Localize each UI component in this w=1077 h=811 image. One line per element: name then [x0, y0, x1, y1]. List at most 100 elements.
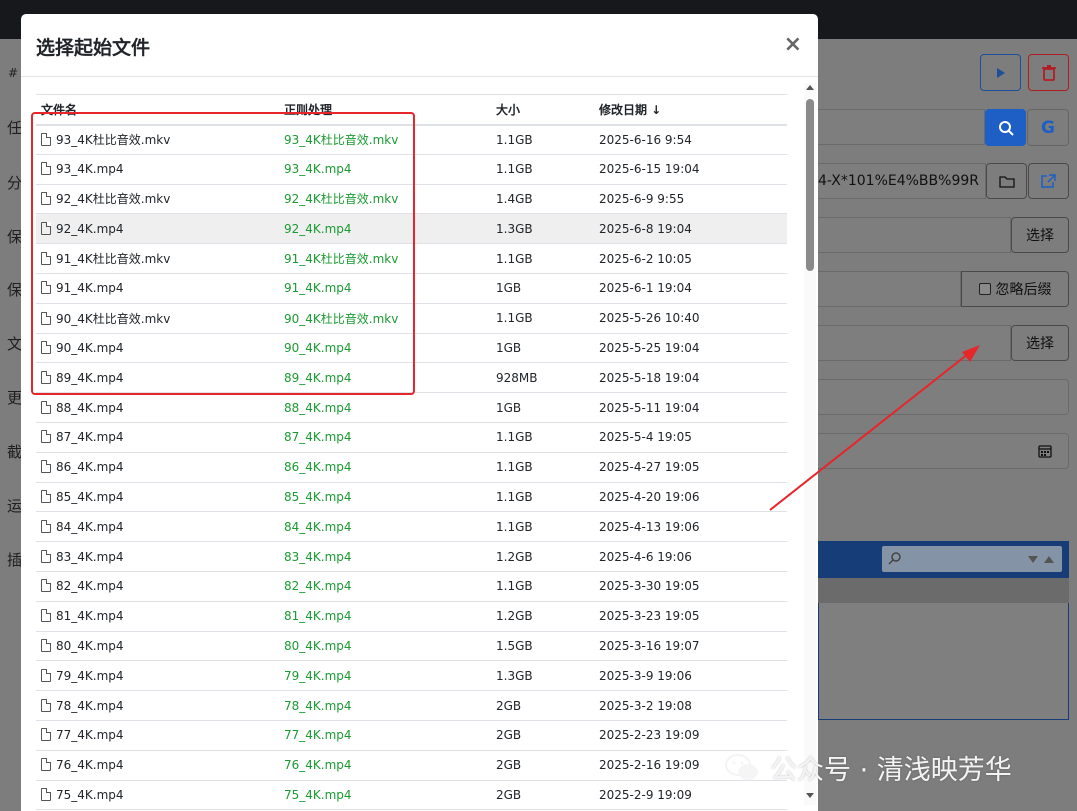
save-path-input[interactable]: [818, 217, 1011, 253]
google-search-button[interactable]: G: [1027, 109, 1069, 146]
file-name-cell[interactable]: 87_4K.mp4: [36, 422, 279, 453]
file-name-cell[interactable]: 91_4K杜比音效.mkv: [36, 243, 279, 274]
file-size-cell: 2GB: [491, 690, 594, 721]
file-name-cell[interactable]: 77_4K.mp4: [36, 720, 279, 751]
file-icon: [41, 728, 51, 742]
table-row[interactable]: 86_4K.mp4 86_4K.mp4 1.1GB 2025-4-27 19:05: [36, 452, 787, 483]
table-row[interactable]: 90_4K杜比音效.mkv 90_4K杜比音效.mkv 1.1GB 2025-5-26…: [36, 303, 787, 334]
table-row[interactable]: 75_4K.mp4 75_4K.mp4 2GB 2025-2-9 19:09: [36, 780, 787, 811]
ignore-suffix-toggle[interactable]: 忽略后缀: [961, 271, 1069, 307]
table-row[interactable]: 76_4K.mp4 76_4K.mp4 2GB 2025-2-16 19:09: [36, 750, 787, 781]
sort-arrows-icon[interactable]: [1028, 555, 1056, 564]
delete-button[interactable]: [1028, 54, 1069, 91]
modified-date-cell: 2025-4-20 19:06: [594, 482, 787, 513]
deadline-input[interactable]: [818, 433, 1069, 469]
scrollbar-thumb[interactable]: [806, 99, 814, 271]
table-row[interactable]: 87_4K.mp4 87_4K.mp4 1.1GB 2025-5-4 19:05: [36, 422, 787, 453]
plugin-search-input[interactable]: [882, 546, 1062, 572]
file-icon: [41, 400, 51, 414]
open-link-button[interactable]: [1028, 163, 1069, 199]
table-row[interactable]: 80_4K.mp4 80_4K.mp4 1.5GB 2025-3-16 19:07: [36, 631, 787, 662]
start-file-input[interactable]: [818, 325, 1011, 361]
file-name-cell[interactable]: 82_4K.mp4: [36, 571, 279, 602]
task-name-input[interactable]: [818, 109, 985, 145]
scroll-down-arrow-icon[interactable]: [806, 793, 814, 798]
file-name-cell[interactable]: 85_4K.mp4: [36, 482, 279, 513]
scroll-up-arrow-icon[interactable]: [806, 85, 814, 90]
table-row[interactable]: 83_4K.mp4 83_4K.mp4 1.2GB 2025-4-6 19:06: [36, 541, 787, 572]
table-row[interactable]: 88_4K.mp4 88_4K.mp4 1GB 2025-5-11 19:04: [36, 392, 787, 423]
table-row[interactable]: 82_4K.mp4 82_4K.mp4 1.1GB 2025-3-30 19:05: [36, 571, 787, 602]
file-name-cell[interactable]: 84_4K.mp4: [36, 511, 279, 543]
select-start-file-button[interactable]: 选择: [1011, 325, 1069, 361]
file-size-cell: 1.1GB: [491, 303, 594, 334]
column-header-size[interactable]: 大小: [491, 94, 594, 126]
search-button[interactable]: [985, 109, 1026, 146]
modified-date-cell: 2025-3-23 19:05: [594, 601, 787, 632]
table-row[interactable]: 78_4K.mp4 78_4K.mp4 2GB 2025-3-2 19:08: [36, 690, 787, 721]
column-header-date[interactable]: 修改日期 ↓: [594, 94, 787, 126]
file-name-cell[interactable]: 93_4K杜比音效.mkv: [36, 124, 279, 155]
file-size-cell: 1.1GB: [491, 422, 594, 453]
file-name-cell[interactable]: 80_4K.mp4: [36, 631, 279, 662]
select-start-file-modal: 选择起始文件 × 文件名 正则处理 大小 修改日期 ↓ 93_4K杜比音效.mk…: [21, 14, 818, 811]
update-input[interactable]: [818, 379, 1069, 415]
file-name-cell[interactable]: 90_4K杜比音效.mkv: [36, 303, 279, 334]
file-name-cell[interactable]: 91_4K.mp4: [36, 273, 279, 304]
table-row[interactable]: 93_4K.mp4 93_4K.mp4 1.1GB 2025-6-15 19:04: [36, 154, 787, 185]
table-row[interactable]: 77_4K.mp4 77_4K.mp4 2GB 2025-2-23 19:09: [36, 720, 787, 751]
modified-date-cell: 2025-6-2 10:05: [594, 243, 787, 274]
regex-result-cell: 92_4K杜比音效.mkv: [279, 184, 491, 215]
table-row[interactable]: 79_4K.mp4 79_4K.mp4 1.3GB 2025-3-9 19:06: [36, 660, 787, 692]
plugin-panel-subheader: [818, 578, 1069, 603]
folder-button[interactable]: [986, 163, 1027, 199]
table-row[interactable]: 91_4K.mp4 91_4K.mp4 1GB 2025-6-1 19:04: [36, 273, 787, 304]
column-header-regex[interactable]: 正则处理: [279, 94, 491, 126]
file-name-cell[interactable]: 88_4K.mp4: [36, 392, 279, 423]
table-row[interactable]: 92_4K.mp4 92_4K.mp4 1.3GB 2025-6-8 19:04: [36, 213, 787, 245]
select-save-path-button[interactable]: 选择: [1011, 217, 1069, 253]
file-name-cell[interactable]: 75_4K.mp4: [36, 780, 279, 811]
table-row[interactable]: 93_4K杜比音效.mkv 93_4K杜比音效.mkv 1.1GB 2025-6-16…: [36, 124, 787, 155]
file-name-cell[interactable]: 78_4K.mp4: [36, 690, 279, 721]
close-icon[interactable]: ×: [784, 34, 802, 56]
file-icon: [41, 549, 51, 563]
file-name-cell[interactable]: 92_4K.mp4: [36, 213, 279, 245]
table-row[interactable]: 84_4K.mp4 84_4K.mp4 1.1GB 2025-4-13 19:06: [36, 511, 787, 543]
file-name-cell[interactable]: 89_4K.mp4: [36, 362, 279, 394]
file-name-cell[interactable]: 81_4K.mp4: [36, 601, 279, 632]
modified-date-cell: 2025-4-27 19:05: [594, 452, 787, 483]
table-row[interactable]: 85_4K.mp4 85_4K.mp4 1.1GB 2025-4-20 19:06: [36, 482, 787, 513]
file-name-cell[interactable]: 90_4K.mp4: [36, 333, 279, 364]
file-icon: [41, 281, 51, 295]
column-header-name[interactable]: 文件名: [36, 94, 279, 126]
file-name: 77_4K.mp4: [56, 728, 124, 743]
file-name-cell[interactable]: 92_4K杜比音效.mkv: [36, 184, 279, 215]
file-name-cell[interactable]: 86_4K.mp4: [36, 452, 279, 483]
modified-date-cell: 2025-6-8 19:04: [594, 213, 787, 245]
modified-date-cell: 2025-3-9 19:06: [594, 660, 787, 692]
file-icon: [41, 133, 51, 147]
table-row[interactable]: 92_4K杜比音效.mkv 92_4K杜比音效.mkv 1.4GB 2025-6-9 …: [36, 184, 787, 215]
calendar-icon[interactable]: [1038, 444, 1052, 458]
table-row[interactable]: 89_4K.mp4 89_4K.mp4 928MB 2025-5-18 19:04: [36, 362, 787, 394]
file-name: 93_4K杜比音效.mkv: [56, 133, 171, 148]
regex-result-cell: 79_4K.mp4: [279, 660, 491, 692]
ignore-suffix-checkbox[interactable]: [978, 283, 991, 295]
file-name-cell[interactable]: 83_4K.mp4: [36, 541, 279, 572]
file-name: 89_4K.mp4: [56, 370, 124, 385]
table-row[interactable]: 81_4K.mp4 81_4K.mp4 1.2GB 2025-3-23 19:05: [36, 601, 787, 632]
regex-result-cell: 90_4K.mp4: [279, 333, 491, 364]
table-row[interactable]: 90_4K.mp4 90_4K.mp4 1GB 2025-5-25 19:04: [36, 333, 787, 364]
file-icon: [41, 489, 51, 503]
file-name-cell[interactable]: 79_4K.mp4: [36, 660, 279, 692]
save-rule-input[interactable]: [818, 271, 961, 307]
file-name: 84_4K.mp4: [56, 519, 124, 534]
play-icon: [996, 67, 1005, 78]
table-row[interactable]: 91_4K杜比音效.mkv 91_4K杜比音效.mkv 1.1GB 2025-6-2 …: [36, 243, 787, 274]
file-icon: [41, 609, 51, 623]
file-name: 93_4K.mp4: [56, 162, 124, 177]
run-button[interactable]: [980, 54, 1021, 91]
file-name-cell[interactable]: 93_4K.mp4: [36, 154, 279, 185]
file-name-cell[interactable]: 76_4K.mp4: [36, 750, 279, 781]
